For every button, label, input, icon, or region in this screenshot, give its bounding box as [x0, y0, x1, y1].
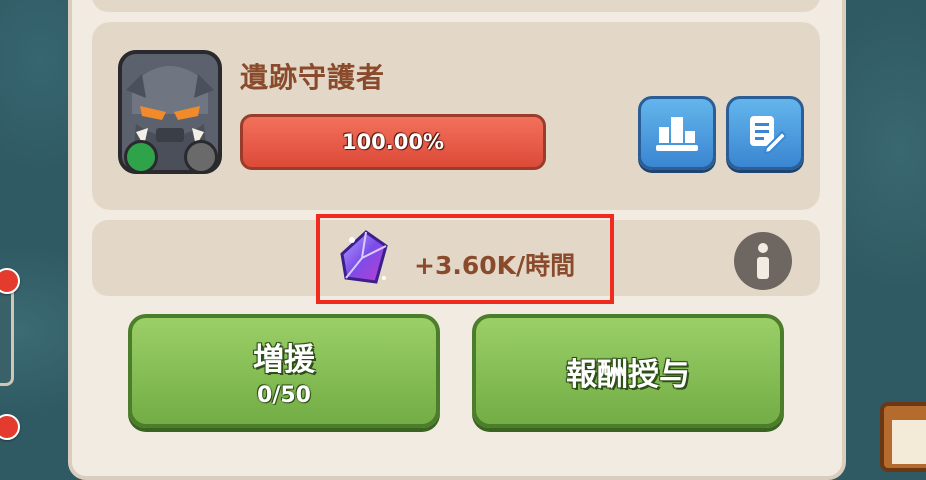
support-button[interactable]: 増援 0/50 — [128, 314, 440, 428]
corner-menu-icon — [892, 420, 926, 464]
hp-percent-label: 100.00% — [341, 130, 445, 154]
support-count: 0/50 — [257, 383, 311, 408]
info-icon — [757, 243, 769, 279]
boss-name: 遺跡守護者 — [240, 61, 386, 94]
battle-log-button[interactable] — [726, 96, 804, 170]
highlight-box — [316, 214, 614, 304]
offline-status-dot — [184, 140, 218, 174]
ranking-button[interactable] — [638, 96, 716, 170]
edit-document-icon — [750, 116, 786, 154]
side-frame — [0, 280, 14, 386]
info-button[interactable] — [734, 232, 792, 290]
boss-hp-bar: 100.00% — [240, 114, 546, 170]
previous-card — [92, 0, 820, 12]
reward-grant-button-label: 報酬授与 — [566, 356, 690, 393]
online-status-dot — [124, 140, 158, 174]
corner-menu-button[interactable] — [880, 402, 926, 472]
reward-grant-button[interactable]: 報酬授与 — [472, 314, 784, 428]
support-button-label: 増援 — [253, 342, 315, 378]
podium-icon — [656, 117, 698, 151]
